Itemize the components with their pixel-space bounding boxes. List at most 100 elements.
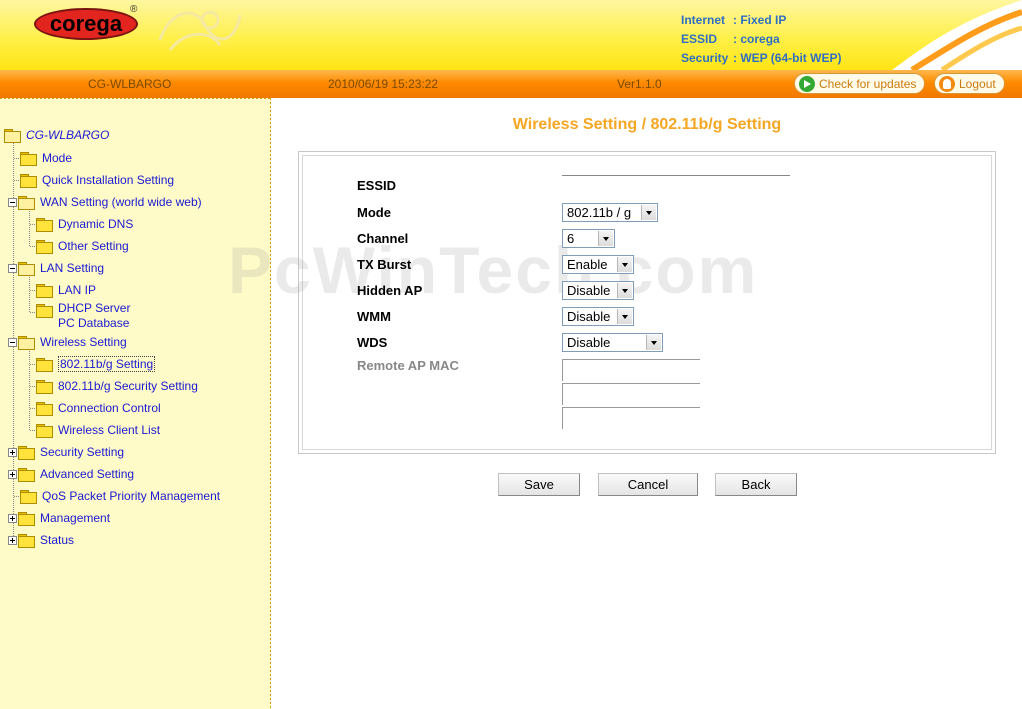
firmware-version: Ver1.1.0	[617, 77, 662, 91]
back-button[interactable]: Back	[715, 473, 797, 496]
sidebar-item-quick-installation[interactable]: Quick Installation Setting	[20, 171, 174, 189]
remote-ap-mac-input-3[interactable]	[562, 407, 700, 429]
logout-button[interactable]: Logout	[934, 73, 1005, 94]
sidebar-item-qos[interactable]: QoS Packet Priority Management	[20, 487, 220, 505]
folder-icon	[18, 445, 35, 460]
internet-value: Fixed IP	[740, 13, 787, 27]
remote-ap-mac-input-1[interactable]	[562, 359, 700, 381]
sidebar-item-label: Status	[40, 533, 75, 547]
sidebar-item-security-setting[interactable]: Security Setting	[8, 443, 124, 461]
sidebar-item-label: Security Setting	[40, 445, 125, 459]
wds-field-label: WDS	[357, 335, 388, 350]
essid-value: corega	[740, 32, 780, 46]
collapse-icon[interactable]	[8, 337, 17, 347]
sidebar-item-label: QoS Packet Priority Management	[42, 489, 221, 503]
tree-root[interactable]: CG-WLBARGO	[4, 126, 109, 144]
sidebar-item-label: Mode	[42, 151, 73, 165]
chevron-down-icon	[598, 231, 613, 246]
sidebar-item-label: Wireless Setting	[40, 335, 127, 349]
wmm-select[interactable]: Disable	[562, 307, 634, 326]
page-title: Wireless Setting / 802.11b/g Setting	[512, 116, 782, 133]
chevron-down-icon	[617, 257, 632, 272]
mode-select-value: 802.11b / g	[567, 205, 632, 220]
expand-icon[interactable]	[8, 513, 17, 523]
sidebar-item-wan-setting[interactable]: WAN Setting (world wide web)	[8, 193, 202, 211]
sidebar-item-wireless-client-list[interactable]: Wireless Client List	[36, 421, 160, 439]
folder-open-icon	[18, 335, 35, 350]
check-updates-button[interactable]: Check for updates	[794, 73, 926, 94]
sidebar-item-advanced-setting[interactable]: Advanced Setting	[8, 465, 134, 483]
expand-icon[interactable]	[8, 469, 17, 479]
essid-input[interactable]	[562, 175, 790, 189]
sidebar-item-dhcp-server[interactable]: DHCP Server PC Database	[36, 301, 130, 333]
registered-mark: ®	[130, 4, 138, 15]
hidden-ap-field-label: Hidden AP	[357, 283, 423, 298]
mode-select[interactable]: 802.11b / g	[562, 203, 658, 222]
folder-open-icon	[18, 261, 35, 276]
cancel-button[interactable]: Cancel	[598, 473, 698, 496]
sidebar-item-label: 802.11b/g Setting	[58, 356, 156, 372]
collapse-icon[interactable]	[8, 263, 17, 273]
expand-icon[interactable]	[8, 535, 17, 545]
sidebar-item-80211bg-security[interactable]: 802.11b/g Security Setting	[36, 377, 198, 395]
connection-info: Internet: Fixed IP ESSID: corega Securit…	[681, 11, 841, 68]
sidebar-item-status[interactable]: Status	[8, 531, 74, 549]
tx-burst-select[interactable]: Enable	[562, 255, 634, 274]
security-value: WEP (64-bit WEP)	[740, 51, 842, 65]
channel-select-value: 6	[567, 231, 575, 246]
sidebar-item-lan-setting[interactable]: LAN Setting	[8, 259, 104, 277]
sidebar-item-mode[interactable]: Mode	[20, 149, 72, 167]
device-name: CG-WLBARGO	[88, 77, 172, 91]
logout-label: Logout	[959, 76, 996, 91]
folder-icon	[18, 511, 35, 526]
save-button[interactable]: Save	[498, 473, 580, 496]
sidebar-item-label: LAN IP	[58, 283, 97, 297]
sidebar-item-label: 802.11b/g Security Setting	[58, 379, 198, 393]
chevron-down-icon	[646, 335, 661, 350]
expand-icon[interactable]	[8, 447, 17, 457]
date-time: 2010/06/19 15:23:22	[328, 77, 439, 91]
wds-select[interactable]: Disable	[562, 333, 663, 352]
chevron-down-icon	[617, 283, 632, 298]
sidebar-item-wireless-setting[interactable]: Wireless Setting	[8, 333, 127, 351]
header: corega ® Internet: Fixed IP ESSID: coreg…	[0, 0, 1022, 70]
wmm-select-value: Disable	[567, 309, 611, 324]
mode-field-label: Mode	[357, 205, 391, 220]
folder-icon	[36, 217, 53, 232]
internet-label: Internet	[681, 13, 726, 27]
sidebar-item-label: Connection Control	[58, 401, 161, 415]
sidebar-item-label: WAN Setting (world wide web)	[40, 195, 202, 209]
remote-ap-mac-input-2[interactable]	[562, 383, 700, 405]
sidebar-item-label: Quick Installation Setting	[42, 173, 175, 187]
folder-icon	[36, 304, 53, 318]
folder-icon	[36, 423, 53, 438]
folder-icon	[20, 151, 37, 166]
sidebar-item-dynamic-dns[interactable]: Dynamic DNS	[36, 215, 133, 233]
sidebar-item-management[interactable]: Management	[8, 509, 110, 527]
arrow-right-icon	[799, 75, 815, 92]
remote-ap-mac-label: Remote AP MAC	[357, 358, 459, 373]
folder-icon	[18, 467, 35, 482]
wmm-field-label: WMM	[357, 309, 391, 324]
sidebar-item-other-setting[interactable]: Other Setting	[36, 237, 129, 255]
folder-icon	[20, 173, 37, 188]
collapse-icon[interactable]	[8, 197, 17, 207]
logo-text: corega	[49, 11, 123, 36]
tree-root-label: CG-WLBARGO	[26, 128, 110, 142]
watermark: PcWinTech.com	[228, 233, 759, 307]
sidebar-item-lan-ip[interactable]: LAN IP	[36, 281, 96, 299]
sidebar-item-label: DHCP Server	[58, 301, 131, 315]
sidebar-item-80211bg-setting[interactable]: 802.11b/g Setting	[36, 355, 156, 373]
sidebar-item-connection-control[interactable]: Connection Control	[36, 399, 161, 417]
hidden-ap-select[interactable]: Disable	[562, 281, 634, 300]
chevron-down-icon	[641, 205, 656, 220]
folder-open-icon	[4, 128, 21, 143]
status-bar: CG-WLBARGO 2010/06/19 15:23:22 Ver1.1.0 …	[0, 70, 1022, 98]
sidebar-item-label: Wireless Client List	[58, 423, 161, 437]
sidebar-item-label: Other Setting	[58, 239, 129, 253]
channel-select[interactable]: 6	[562, 229, 615, 248]
wds-select-value: Disable	[567, 335, 611, 350]
essid-label: ESSID	[681, 32, 718, 46]
chevron-down-icon	[617, 309, 632, 324]
folder-icon	[36, 401, 53, 416]
